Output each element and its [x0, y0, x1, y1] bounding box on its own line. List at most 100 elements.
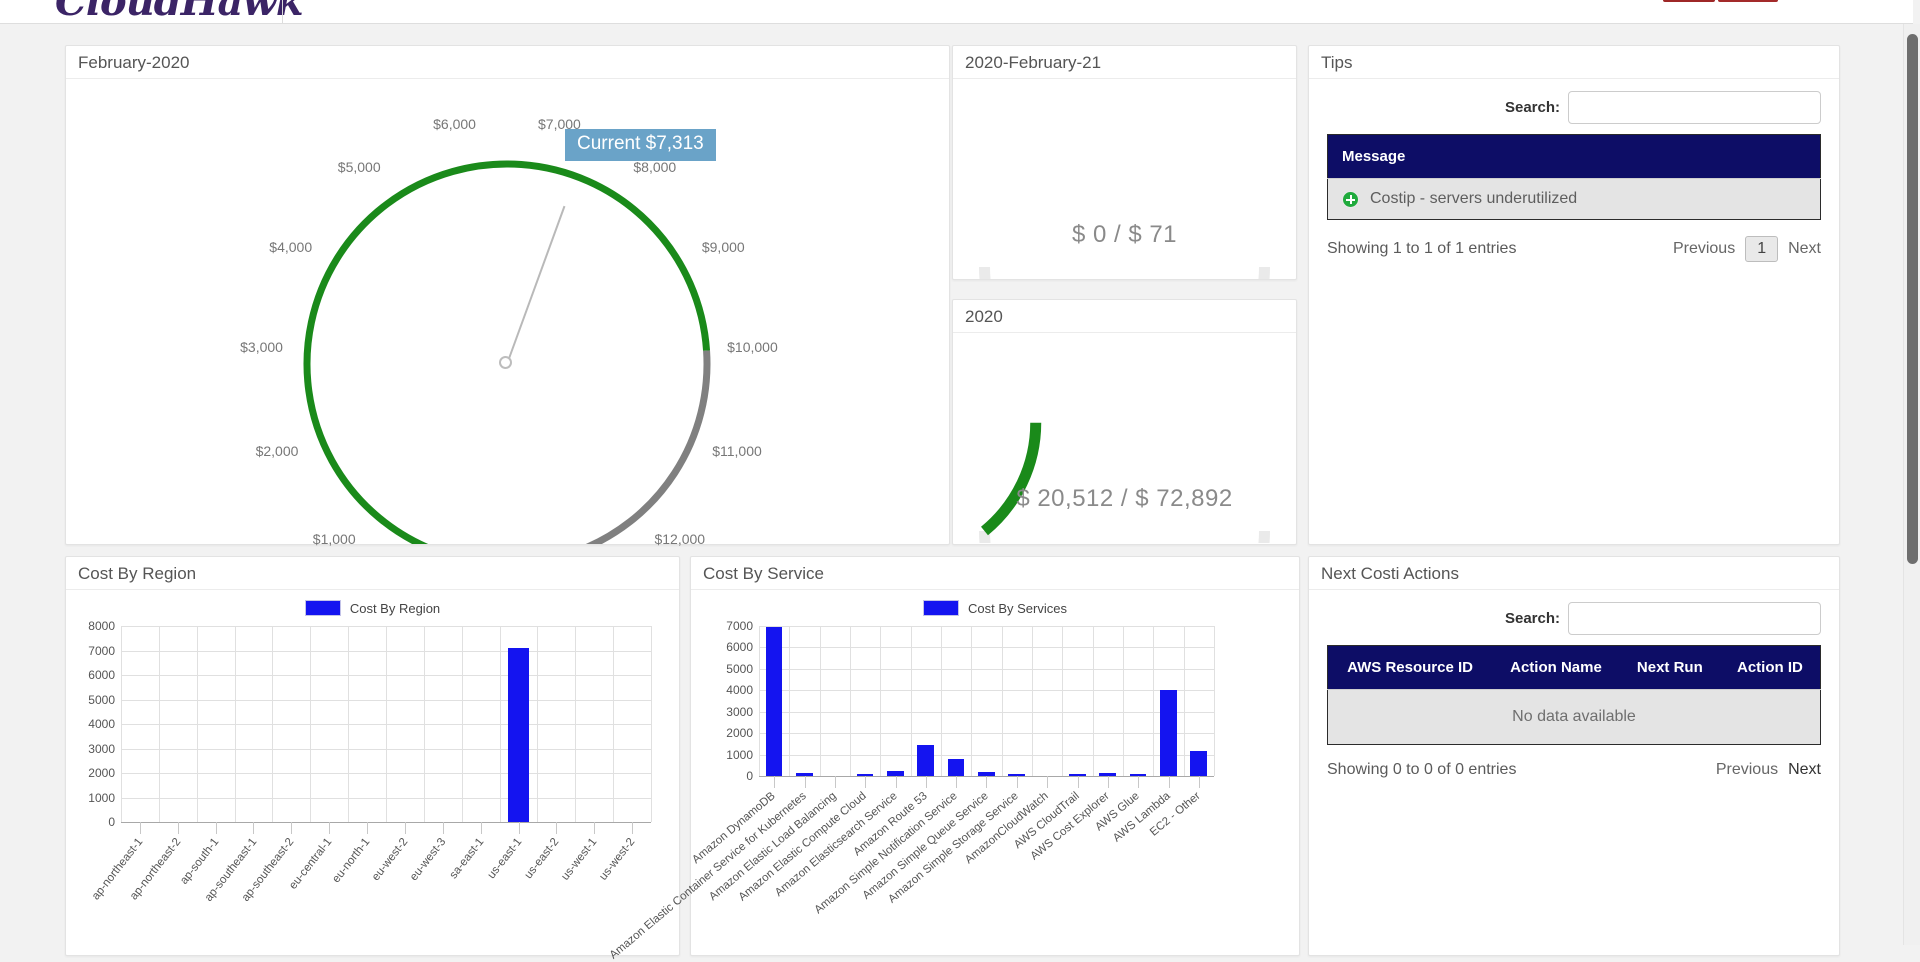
gridline-vertical — [310, 626, 311, 822]
x-axis-tick — [835, 776, 836, 788]
gridline — [759, 733, 1214, 735]
gridline-vertical — [386, 626, 387, 822]
service-bar-chart: 0 1000 2000 3000 4000 5000 6000 7000 Amazon Dyna… — [607, 618, 1299, 961]
tips-search-input[interactable] — [1568, 91, 1821, 124]
x-axis-tick — [594, 822, 595, 834]
next-page-button[interactable]: Next — [1788, 761, 1821, 779]
x-axis-tick — [1169, 776, 1170, 788]
bar[interactable] — [507, 648, 529, 822]
x-axis-label: eu-west-2 — [369, 836, 411, 884]
column-header-action-name[interactable]: Action Name — [1492, 645, 1620, 690]
gridline-vertical — [235, 626, 236, 822]
gridline-vertical — [424, 626, 425, 822]
x-axis-tick — [178, 822, 179, 834]
y-axis-tick-label: 2000 — [88, 766, 115, 780]
table-row[interactable]: Costip - servers underutilized — [1327, 177, 1821, 220]
gridline-vertical — [613, 626, 614, 822]
header-divider — [282, 0, 283, 23]
x-axis-label: Amazon Elastic Load Balancing — [706, 790, 839, 904]
y-axis-tick-label: 5000 — [88, 692, 115, 707]
app-header: CloudHawk — [0, 0, 1913, 24]
app-logo[interactable]: CloudHawk — [55, 0, 304, 23]
y-axis-tick-label: 0 — [746, 769, 753, 783]
semi-gauge-svg — [979, 266, 1270, 279]
x-axis-tick — [291, 822, 292, 834]
column-header-action-id[interactable]: Action ID — [1719, 645, 1821, 690]
x-axis-tick — [556, 822, 557, 834]
x-axis-tick — [865, 776, 866, 788]
legend-label: Cost By Services — [968, 600, 1067, 616]
bar[interactable] — [947, 758, 965, 776]
y-axis-tick-label: 2000 — [726, 726, 753, 741]
gridline-vertical — [1214, 626, 1215, 776]
panel-title: Next Costi Actions — [1309, 557, 1839, 590]
gauge-tick-label: $11,000 — [712, 443, 762, 460]
gridline-vertical — [941, 626, 942, 776]
table-header-row: Message — [1327, 134, 1821, 179]
panel-title: Cost By Region — [66, 557, 679, 590]
gridline-vertical — [1153, 626, 1154, 776]
gridline-vertical — [537, 626, 538, 822]
x-axis-tick — [1047, 776, 1048, 788]
previous-page-button[interactable]: Previous — [1673, 240, 1735, 258]
header-button-secondary[interactable] — [1663, 0, 1715, 2]
gridline-vertical — [1123, 626, 1124, 776]
x-axis-label: eu-west-3 — [407, 836, 449, 884]
panel-title: 2020 — [953, 300, 1296, 333]
gridline-vertical — [651, 626, 652, 822]
y-axis-tick-label: 1000 — [88, 790, 115, 805]
x-axis-tick — [632, 822, 633, 834]
gauge-tick-label: $2,000 — [255, 443, 299, 460]
x-axis-label: us-west-1 — [559, 836, 600, 883]
table-header-row: AWS Resource ID Action Name Next Run Act… — [1327, 645, 1821, 690]
gauge-tick-label: $1,000 — [312, 531, 356, 548]
gauge-tick-label: $8,000 — [633, 159, 677, 176]
x-axis-label: us-west-2 — [597, 836, 638, 883]
gridline-vertical — [759, 626, 760, 776]
tips-message-cell[interactable]: Costip - servers underutilized — [1327, 177, 1821, 220]
search-label: Search: — [1504, 610, 1560, 627]
gridline-vertical — [197, 626, 198, 822]
tips-table: Message Costip - servers underutilized — [1327, 134, 1821, 221]
bar[interactable] — [765, 627, 783, 776]
gridline-vertical — [1093, 626, 1094, 776]
header-button-primary[interactable] — [1718, 0, 1778, 2]
gridline-vertical — [1032, 626, 1033, 776]
x-axis-tick — [329, 822, 330, 834]
gridline-vertical — [880, 626, 881, 776]
legend-swatch — [304, 600, 341, 616]
tips-entries-info: Showing 1 to 1 of 1 entries — [1327, 240, 1517, 258]
previous-page-button[interactable]: Previous — [1716, 761, 1778, 779]
bar[interactable] — [1190, 750, 1207, 776]
gridline-vertical — [462, 626, 463, 822]
page-scrollbar[interactable] — [1903, 24, 1920, 945]
actions-search-input[interactable] — [1568, 602, 1821, 635]
gridline-vertical — [159, 626, 160, 822]
region-bar-chart: 0 1000 2000 3000 4000 5000 6000 7000 8000 ap-nort… — [66, 618, 679, 948]
bar[interactable] — [917, 745, 934, 776]
chart-legend: Cost By Services — [691, 600, 1299, 616]
panel-title: Tips — [1309, 46, 1839, 79]
gauge-tick-label: $3,000 — [240, 339, 283, 356]
page-1-button[interactable]: 1 — [1745, 236, 1779, 263]
x-axis-tick — [805, 776, 806, 788]
x-axis-tick — [956, 776, 957, 788]
y-axis-tick-label: 7000 — [88, 643, 115, 658]
bar[interactable] — [1160, 689, 1177, 776]
gridline-vertical — [1184, 626, 1185, 776]
gridline-vertical — [820, 626, 821, 776]
column-header-message[interactable]: Message — [1327, 134, 1821, 179]
panel-title: 2020-February-21 — [953, 46, 1296, 79]
plus-circle-icon[interactable] — [1342, 190, 1359, 208]
x-axis-line — [121, 822, 651, 823]
gauge-value-text: $ 0 / $ 71 — [1071, 221, 1178, 248]
chart-plot-area: 0 1000 2000 3000 4000 5000 6000 7000 8000 — [88, 619, 652, 834]
column-header-aws-resource-id[interactable]: AWS Resource ID — [1327, 645, 1493, 690]
scrollbar-thumb[interactable] — [1907, 34, 1918, 564]
monthly-cost-gauge-panel: February-2020 $0$1,000$2,000$3,000$4,000… — [65, 45, 950, 603]
next-page-button[interactable]: Next — [1788, 240, 1821, 258]
column-header-next-run[interactable]: Next Run — [1619, 645, 1720, 690]
y-axis-tick-label: 7000 — [726, 619, 753, 633]
x-axis-tick — [1138, 776, 1139, 788]
gridline-vertical — [911, 626, 912, 776]
